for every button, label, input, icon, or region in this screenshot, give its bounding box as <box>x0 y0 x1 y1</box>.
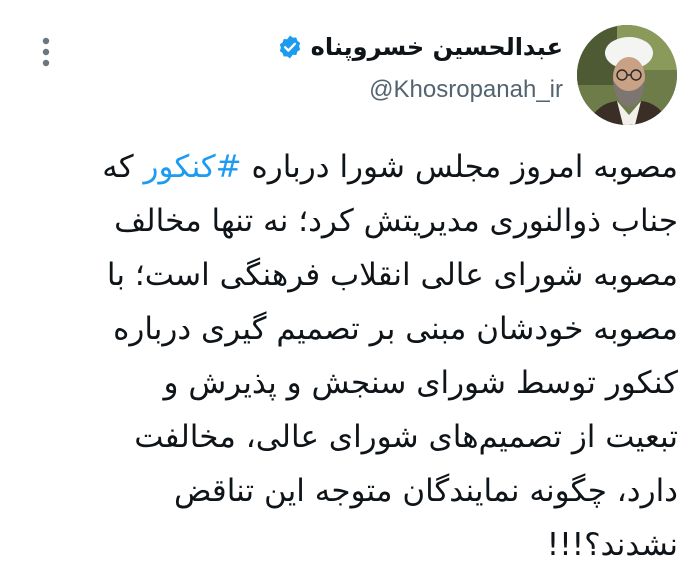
tweet-line-6: تبعیت از تصمیم‌های شورای عالی، مخالفت <box>134 419 678 455</box>
more-vertical-icon <box>42 37 50 67</box>
author-display-name[interactable]: عبدالحسین خسروپناه <box>311 33 563 61</box>
tweet-line-5: کنکور توسط شورای سنجش و پذیرش و <box>163 365 679 401</box>
tweet-text: مصوبه امروز مجلس شورا درباره #کنکور که ج… <box>18 140 678 572</box>
tweet-line-8: نشدند؟!!! <box>546 527 678 563</box>
tweet-header: عبدالحسین خسروپناه @Khosropanah_ir <box>0 0 700 135</box>
tweet-line-1: مصوبه امروز مجلس شورا درباره #کنکور که <box>18 140 678 194</box>
avatar[interactable] <box>577 25 677 125</box>
verified-badge-icon <box>277 34 303 60</box>
tweet-line-2: جناب ذوالنوری مدیریتش کرد؛ نه تنها مخالف <box>114 203 678 239</box>
tweet-line-7: دارد، چگونه نمایندگان متوجه این تناقض <box>173 473 678 509</box>
tweet-line-4: مصوبه خودشان مبنی بر تصمیم گیری درباره <box>113 311 678 347</box>
author-name-row: عبدالحسین خسروپناه <box>277 30 563 64</box>
hashtag-link[interactable]: #کنکور <box>143 149 241 185</box>
author-handle[interactable]: @Khosropanah_ir <box>369 76 563 104</box>
tweet-card: عبدالحسین خسروپناه @Khosropanah_ir مصوبه… <box>0 0 700 581</box>
more-options-button[interactable] <box>28 34 64 70</box>
profile-photo <box>577 25 677 125</box>
tweet-text-segment: مصوبه امروز مجلس شورا درباره <box>241 149 678 185</box>
tweet-text-segment: که <box>102 149 144 185</box>
tweet-line-3: مصوبه شورای عالی انقلاب فرهنگی است؛ با <box>106 257 678 293</box>
